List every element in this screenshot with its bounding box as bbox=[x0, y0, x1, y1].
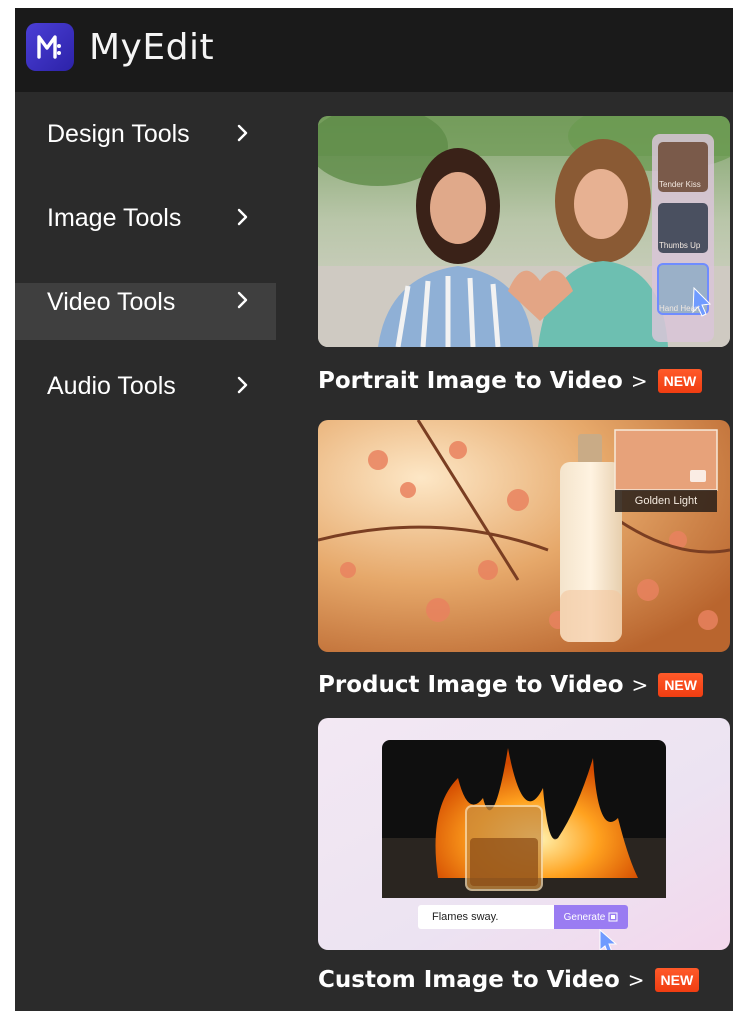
thumb-label-tender-kiss: Tender Kiss bbox=[659, 180, 701, 189]
preset-label-golden-light: Golden Light bbox=[615, 490, 717, 512]
generate-button-preview: Generate bbox=[554, 905, 628, 929]
new-badge: NEW bbox=[654, 968, 700, 992]
thumb-label-thumbs-up: Thumbs Up bbox=[659, 241, 701, 250]
sidebar-item-design-tools[interactable]: Design Tools bbox=[15, 92, 276, 176]
thumb-label-hand-heart: Hand Heart bbox=[659, 304, 700, 313]
card-title-text: Custom Image to Video bbox=[318, 967, 620, 993]
sidebar-menu: Design Tools Image Tools Video Tools Aud… bbox=[15, 92, 276, 428]
chevron-right-icon: > bbox=[630, 369, 648, 393]
chevron-right-icon bbox=[237, 291, 248, 309]
generate-label: Generate bbox=[563, 911, 606, 923]
chevron-right-icon bbox=[237, 208, 248, 226]
generate-icon bbox=[608, 912, 618, 922]
custom-image-to-video-link[interactable]: Custom Image to Video > NEW bbox=[318, 967, 700, 993]
chevron-right-icon bbox=[237, 124, 248, 142]
sidebar-item-label: Image Tools bbox=[47, 203, 182, 232]
new-badge: NEW bbox=[657, 369, 703, 393]
brand-name[interactable]: MyEdit bbox=[89, 26, 214, 70]
card-title-text: Portrait Image to Video bbox=[318, 368, 623, 394]
sidebar-item-image-tools[interactable]: Image Tools bbox=[15, 176, 276, 260]
card-title-text: Product Image to Video bbox=[318, 672, 624, 698]
chevron-right-icon: > bbox=[627, 968, 645, 992]
sidebar-item-audio-tools[interactable]: Audio Tools bbox=[15, 344, 276, 428]
app-frame: MyEdit Design Tools Image Tools Video To… bbox=[15, 8, 733, 1011]
new-badge: NEW bbox=[658, 673, 703, 697]
portrait-video-preview[interactable]: Tender Kiss Thumbs Up Hand Heart bbox=[318, 116, 730, 347]
product-preview-image bbox=[318, 420, 730, 652]
sidebar-item-label: Audio Tools bbox=[47, 371, 176, 400]
sidebar-item-label: Design Tools bbox=[47, 119, 190, 148]
chevron-right-icon: > bbox=[631, 673, 649, 697]
chevron-right-icon bbox=[237, 376, 248, 394]
top-bar: MyEdit bbox=[15, 8, 733, 92]
product-image-to-video-link[interactable]: Product Image to Video > NEW bbox=[318, 672, 703, 698]
product-video-preview[interactable]: Golden Light bbox=[318, 420, 730, 652]
portrait-image-to-video-link[interactable]: Portrait Image to Video > NEW bbox=[318, 368, 703, 394]
prompt-input-preview: Flames sway. Generate bbox=[418, 905, 628, 929]
prompt-text: Flames sway. bbox=[432, 911, 499, 923]
myedit-logo-icon[interactable] bbox=[26, 23, 74, 71]
sidebar-item-label: Video Tools bbox=[47, 287, 176, 316]
sidebar-item-video-tools[interactable]: Video Tools bbox=[15, 260, 276, 344]
custom-video-preview[interactable]: Flames sway. Generate bbox=[318, 718, 730, 950]
